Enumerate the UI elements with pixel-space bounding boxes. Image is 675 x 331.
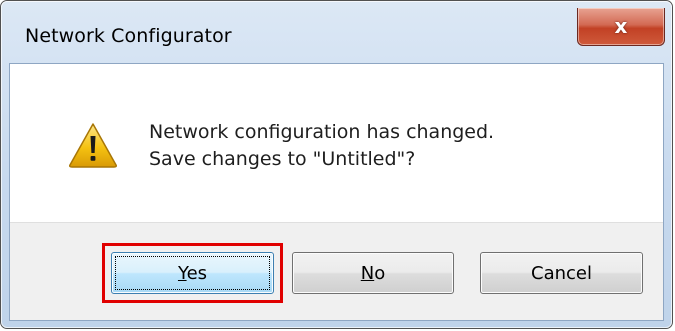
- close-button[interactable]: x: [577, 8, 665, 46]
- no-mnemonic: N: [360, 262, 375, 284]
- cancel-button-label: Cancel: [531, 262, 592, 284]
- cancel-button[interactable]: Cancel: [480, 252, 643, 294]
- message-line-2: Save changes to "Untitled"?: [149, 148, 416, 170]
- no-button-label: No: [361, 263, 385, 284]
- title-bar[interactable]: Network Configurator x: [1, 1, 672, 63]
- warning-icon: [69, 123, 117, 168]
- message-area: Network configuration has changed. Save …: [10, 64, 663, 222]
- focus-rectangle: [115, 256, 270, 290]
- button-bar: Yes No Cancel: [10, 222, 663, 320]
- close-icon: x: [614, 13, 628, 38]
- yes-button[interactable]: Yes: [111, 252, 274, 294]
- message-line-1: Network configuration has changed.: [149, 121, 495, 143]
- dialog-window: Network Configurator x Network configura…: [0, 0, 673, 329]
- no-button[interactable]: No: [292, 252, 454, 294]
- no-label-rest: o: [374, 262, 386, 284]
- window-title: Network Configurator: [25, 25, 232, 47]
- message-text: Network configuration has changed. Save …: [149, 119, 494, 173]
- dialog-client-area: Network configuration has changed. Save …: [9, 63, 664, 321]
